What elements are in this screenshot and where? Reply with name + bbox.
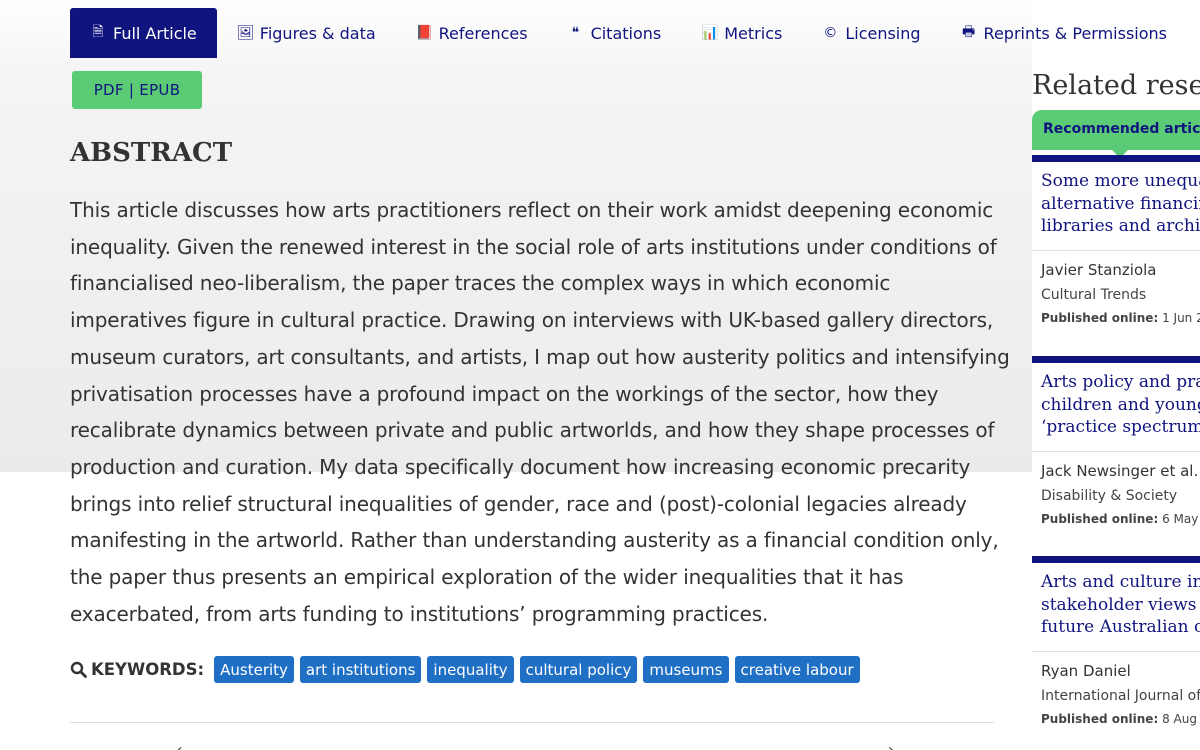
article-tabs: 🗎 Full Article 🖼 Figures & data 📕 Refere… bbox=[70, 8, 1187, 58]
abstract-heading: ABSTRACT bbox=[70, 138, 233, 168]
recommended-article: Arts policy and practice children and yo… bbox=[1032, 356, 1200, 556]
tab-label: Reprints & Permissions bbox=[983, 23, 1167, 43]
tab-label: Figures & data bbox=[259, 23, 376, 43]
tab-label: Metrics bbox=[724, 23, 783, 43]
article-journal: Cultural Trends bbox=[1041, 286, 1147, 303]
related-research-title: Related research bbox=[1032, 70, 1200, 101]
keyword-link[interactable]: Austerity bbox=[214, 656, 294, 683]
article-title-line: Some more unequal bbox=[1041, 171, 1200, 191]
tab-metrics[interactable]: 📊 Metrics bbox=[681, 8, 802, 58]
abstract-text: This article discusses how arts practiti… bbox=[70, 198, 1010, 626]
tab-citations[interactable]: ❝ Citations bbox=[548, 8, 682, 58]
card-divider bbox=[1032, 249, 1200, 251]
printer-icon: 🖶 bbox=[961, 24, 976, 40]
published-date: 1 Jun 2022 bbox=[1162, 310, 1200, 325]
article-authors: Ryan Daniel bbox=[1041, 661, 1131, 680]
keywords: KEYWORDS: Austerity art institutions ine… bbox=[70, 656, 860, 683]
search-icon bbox=[70, 661, 87, 678]
keyword-link[interactable]: cultural policy bbox=[519, 656, 638, 683]
keyword-link[interactable]: creative labour bbox=[734, 656, 860, 683]
article-title-line: Arts policy and practice bbox=[1041, 372, 1200, 392]
tab-reprints-permissions[interactable]: 🖶 Reprints & Permissions bbox=[941, 8, 1187, 58]
published-date: 6 May 2022 bbox=[1162, 511, 1200, 526]
article-title-link[interactable]: Some more unequal alternative financing … bbox=[1041, 170, 1200, 238]
keyword-link[interactable]: museums bbox=[643, 656, 729, 683]
article-title-link[interactable]: Arts policy and practice children and yo… bbox=[1041, 371, 1200, 439]
article-title-line: future Australian cultural bbox=[1041, 617, 1200, 637]
recommended-article: Some more unequal alternative financing … bbox=[1032, 155, 1200, 355]
tab-label: References bbox=[438, 23, 528, 43]
article-title-link[interactable]: Arts and culture in an stakeholder views… bbox=[1041, 571, 1200, 639]
article-published: Published online: 1 Jun 2022 bbox=[1041, 311, 1200, 325]
article-title-line: children and young people bbox=[1041, 394, 1200, 415]
tab-label: Full Article bbox=[113, 23, 197, 43]
tab-full-article[interactable]: 🗎 Full Article bbox=[70, 8, 217, 58]
article-title-line: ‘practice spectrum’ and bbox=[1041, 417, 1200, 437]
tab-figures-data[interactable]: 🖼 Figures & data bbox=[217, 8, 396, 58]
article-published: Published online: 8 Aug 2022 bbox=[1041, 712, 1200, 726]
divider bbox=[70, 722, 994, 723]
article-title-line: Arts and culture in an bbox=[1041, 572, 1200, 592]
related-research-sidebar: Related research Recommended articles So… bbox=[1032, 62, 1200, 750]
tab-references[interactable]: 📕 References bbox=[396, 8, 548, 58]
published-date: 8 Aug 2022 bbox=[1162, 711, 1200, 726]
article-journal: International Journal of bbox=[1041, 687, 1200, 704]
recommended-article: Arts and culture in an stakeholder views… bbox=[1032, 556, 1200, 750]
card-divider bbox=[1032, 650, 1200, 652]
quote-icon: ❝ bbox=[571, 25, 580, 41]
published-label: Published online: bbox=[1041, 310, 1159, 325]
keywords-label: KEYWORDS: bbox=[70, 660, 204, 679]
tab-label: Licensing bbox=[845, 23, 921, 43]
published-label: Published online: bbox=[1041, 511, 1159, 526]
image-icon: 🖼 bbox=[236, 25, 255, 41]
bar-chart-icon: 📊 bbox=[701, 25, 719, 41]
copyright-icon: © bbox=[823, 25, 838, 41]
document-icon: 🗎 bbox=[92, 24, 104, 40]
article-title-line: alternative financing bbox=[1041, 193, 1200, 214]
next-arrow-icon[interactable]: › bbox=[888, 742, 894, 750]
keyword-link[interactable]: inequality bbox=[427, 656, 514, 683]
article-authors: Javier Stanziola bbox=[1041, 260, 1157, 279]
tab-label: Citations bbox=[590, 23, 662, 43]
article-authors: Jack Newsinger et al. bbox=[1041, 461, 1199, 480]
article-published: Published online: 6 May 2022 bbox=[1041, 512, 1200, 526]
published-label: Published online: bbox=[1041, 711, 1159, 726]
recommended-articles-tab[interactable]: Recommended articles bbox=[1032, 110, 1200, 158]
article-title-line: libraries and archives bbox=[1041, 216, 1200, 236]
article-journal: Disability & Society bbox=[1041, 487, 1178, 504]
keyword-link[interactable]: art institutions bbox=[299, 656, 422, 683]
tab-licensing[interactable]: © Licensing bbox=[802, 8, 940, 58]
keywords-label-text: KEYWORDS: bbox=[91, 660, 205, 679]
article-title-line: stakeholder views on bbox=[1041, 594, 1200, 615]
previous-arrow-icon[interactable]: ‹ bbox=[177, 742, 183, 750]
card-divider bbox=[1032, 450, 1200, 452]
pdf-epub-button[interactable]: PDF | EPUB bbox=[72, 71, 202, 109]
book-icon: 📕 bbox=[415, 25, 434, 41]
